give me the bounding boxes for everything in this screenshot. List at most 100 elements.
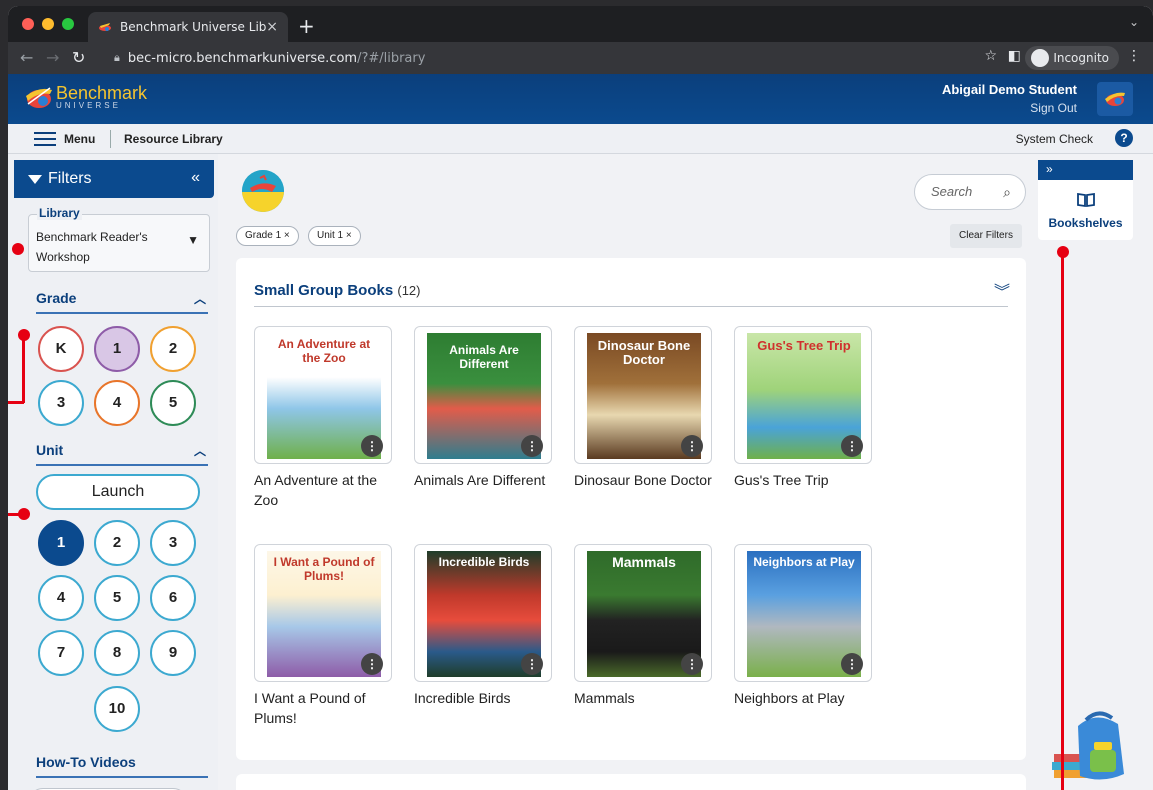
unit-3-button[interactable]: 3 [150,520,196,566]
book-cover[interactable]: An Adventure at the Zoo ⋮ [254,326,392,464]
open-book-icon [1077,192,1095,208]
book-title[interactable]: Incredible Birds [414,688,554,708]
system-check-link[interactable]: System Check [1016,132,1093,146]
more-options-icon[interactable]: ⋮ [841,435,863,457]
divider [110,130,111,148]
avatar[interactable] [1097,82,1133,116]
tab-title: Benchmark Universe Library [120,20,267,34]
more-options-icon[interactable]: ⋮ [841,653,863,675]
book-cover[interactable]: I Want a Pound of Plums! ⋮ [254,544,392,682]
book-cover[interactable]: Animals Are Different ⋮ [414,326,552,464]
cover-title: Animals Are Different [449,343,519,371]
grade-section-header[interactable]: Grade ︿ [36,290,208,314]
close-window-button[interactable] [22,18,34,30]
incognito-icon [1031,49,1050,67]
annotation-line [8,513,20,516]
book-cover[interactable]: Gus's Tree Trip ⋮ [734,326,872,464]
grade-5-button[interactable]: 5 [150,380,196,426]
more-options-icon[interactable]: ⋮ [681,653,703,675]
book-title[interactable]: Animals Are Different [414,470,554,490]
unit-7-button[interactable]: 7 [38,630,84,676]
book-cover[interactable]: Dinosaur Bone Doctor ⋮ [574,326,712,464]
new-tab-button[interactable]: + [298,14,315,38]
annotation-marker [12,243,24,255]
search-input[interactable]: Search ⌕ [914,174,1026,210]
menu-button[interactable]: Menu [64,132,95,146]
grade-1-button[interactable]: 1 [94,326,140,372]
unit-2-button[interactable]: 2 [94,520,140,566]
book-cover[interactable]: Neighbors at Play ⋮ [734,544,872,682]
filter-chip-grade[interactable]: Grade 1 × [236,226,299,246]
more-options-icon[interactable]: ⋮ [681,435,703,457]
browser-toolbar: ← → ↻ 🔒︎ bec-micro.benchmarkuniverse.com… [8,42,1153,74]
book-cover[interactable]: Incredible Birds ⋮ [414,544,552,682]
filter-funnel-icon [28,174,42,184]
book-title[interactable]: Dinosaur Bone Doctor [574,470,714,490]
user-name: Abigail Demo Student [941,82,1077,97]
zoom-window-button[interactable] [62,18,74,30]
more-options-icon[interactable]: ⋮ [361,653,383,675]
back-arrow-icon[interactable]: ← [20,48,33,67]
unit-9-button[interactable]: 9 [150,630,196,676]
unit-title: Unit [36,442,64,458]
app-header: Benchmark UNIVERSE Abigail Demo Student … [8,74,1153,124]
address-bar[interactable]: 🔒︎ bec-micro.benchmarkuniverse.com/?#/li… [106,46,1056,70]
book-title[interactable]: I Want a Pound of Plums! [254,688,394,728]
library-select[interactable]: Library Benchmark Reader's Workshop ▼ [28,206,210,272]
more-options-icon[interactable]: ⋮ [521,435,543,457]
more-options-icon[interactable]: ⋮ [361,435,383,457]
sign-out-link[interactable]: Sign Out [1030,101,1077,115]
incognito-label: Incognito [1053,51,1109,65]
book-cover[interactable]: Mammals ⋮ [574,544,712,682]
unit-section-header[interactable]: Unit ︿ [36,442,208,466]
section-divider [254,306,1008,307]
grade-k-button[interactable]: K [38,326,84,372]
collapse-sidebar-icon[interactable]: « [191,169,200,187]
reload-icon[interactable]: ↻ [72,48,85,67]
launch-button[interactable]: Launch [36,474,200,510]
cover-title: I Want a Pound of Plums! [273,555,375,583]
book-title[interactable]: Neighbors at Play [734,688,874,708]
unit-8-button[interactable]: 8 [94,630,140,676]
book-title[interactable]: Gus's Tree Trip [734,470,874,490]
minimize-window-button[interactable] [42,18,54,30]
benchmark-logo[interactable]: Benchmark UNIVERSE [24,84,147,110]
incognito-indicator[interactable]: Incognito [1025,46,1119,70]
more-options-icon[interactable]: ⋮ [521,653,543,675]
grade-3-button[interactable]: 3 [38,380,84,426]
tab-close-icon[interactable]: × [266,19,278,35]
unit-4-button[interactable]: 4 [38,575,84,621]
forward-arrow-icon[interactable]: → [46,48,59,67]
help-icon[interactable]: ? [1115,129,1133,147]
how-to-videos-header[interactable]: How-To Videos [36,754,208,778]
bookshelves-label: Bookshelves [1048,216,1123,230]
tab-strip: Benchmark Universe Library × + ⌄ [8,6,1153,42]
clear-filters-button[interactable]: Clear Filters [950,224,1022,248]
chevron-up-icon: ︿ [193,444,206,458]
book-title[interactable]: An Adventure at the Zoo [254,470,394,510]
annotation-line [22,333,25,403]
unit-6-button[interactable]: 6 [150,575,196,621]
chevron-down-icon[interactable]: ︾ [994,278,1010,302]
browser-tab[interactable]: Benchmark Universe Library × [88,12,288,42]
grade-2-button[interactable]: 2 [150,326,196,372]
unit-10-button[interactable]: 10 [94,686,140,732]
library-main: Search ⌕ Grade 1 × Unit 1 × Clear Filter… [218,154,1038,790]
filter-chip-unit[interactable]: Unit 1 × [308,226,361,246]
unit-1-button[interactable]: 1 [38,520,84,566]
book-title[interactable]: Mammals [574,688,714,708]
bookmark-star-icon[interactable]: ☆ [984,48,997,64]
unit-5-button[interactable]: 5 [94,575,140,621]
breadcrumb-resource-library[interactable]: Resource Library [124,132,223,146]
filters-sidebar: Filters « Library Benchmark Reader's Wor… [8,154,218,790]
tab-search-chevron-icon[interactable]: ⌄ [1129,15,1139,29]
side-panel-icon[interactable]: ◧ [1008,48,1021,64]
section-title[interactable]: Small Group Books (12) [254,282,421,299]
hamburger-menu-icon[interactable] [34,132,56,150]
bookshelves-button[interactable]: Bookshelves [1038,180,1133,240]
grade-4-button[interactable]: 4 [94,380,140,426]
browser-menu-icon[interactable]: ⋮ [1127,48,1141,64]
search-icon[interactable]: ⌕ [1003,175,1011,209]
chevron-up-icon: ︿ [193,292,206,306]
expand-panel-icon[interactable]: » [1038,160,1133,180]
